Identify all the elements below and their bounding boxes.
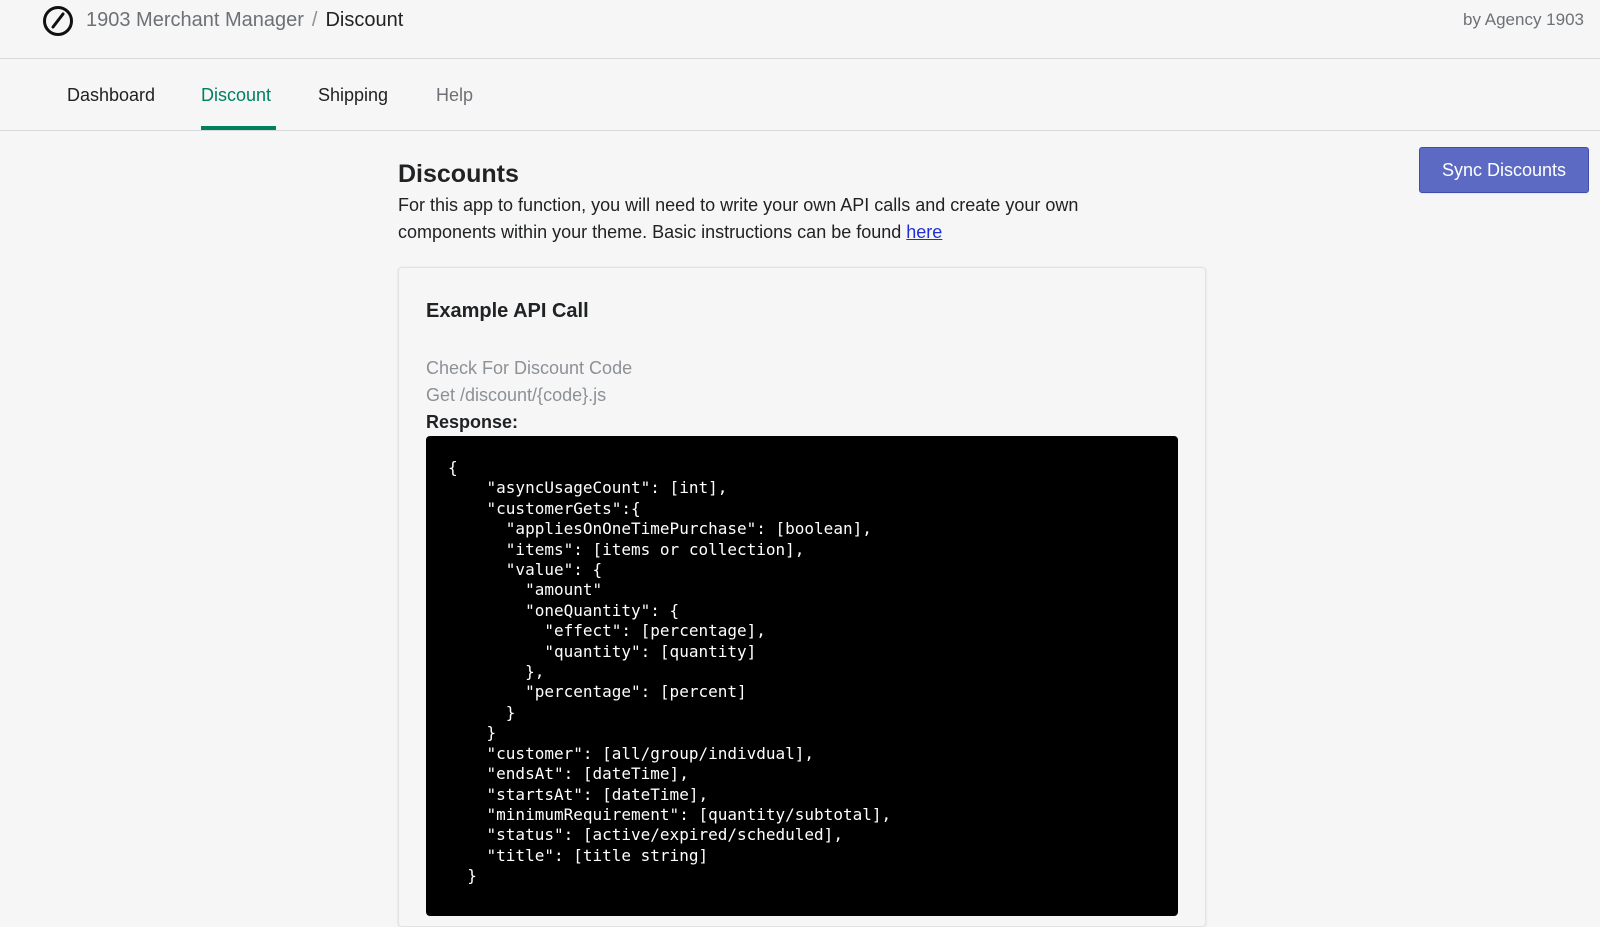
nav-tabs: Dashboard Discount Shipping Help — [0, 59, 1600, 131]
breadcrumb-separator: / — [311, 9, 318, 31]
tab-discount[interactable]: Discount — [201, 85, 271, 106]
instructions-link[interactable]: here — [906, 222, 942, 242]
tab-shipping[interactable]: Shipping — [318, 85, 388, 106]
compass-icon[interactable] — [42, 5, 74, 37]
example-api-card: Example API Call Check For Discount Code… — [398, 267, 1206, 927]
byline: by Agency 1903 — [1463, 10, 1584, 29]
active-tab-indicator — [201, 126, 276, 130]
app-name: 1903 Merchant Manager — [86, 9, 304, 31]
tab-dashboard[interactable]: Dashboard — [67, 85, 155, 106]
description-text: For this app to function, you will need … — [398, 195, 1079, 242]
response-code-block: { "asyncUsageCount": [int], "customerGet… — [426, 436, 1178, 916]
response-label: Response: — [426, 412, 519, 432]
card-title: Example API Call — [426, 300, 589, 322]
current-page-title: Discount — [325, 9, 404, 31]
api-endpoint: Get /discount/{code}.js — [426, 385, 607, 405]
breadcrumb: 1903 Merchant Manager / Discount — [86, 9, 403, 32]
page-description: For this app to function, you will need … — [398, 192, 1158, 246]
top-bar: 1903 Merchant Manager / Discount by Agency… — [0, 0, 1600, 59]
sync-discounts-button[interactable]: Sync Discounts — [1419, 147, 1589, 193]
api-description: Check For Discount Code — [426, 358, 633, 378]
tab-help[interactable]: Help — [436, 85, 473, 106]
page-title: Discounts — [398, 160, 519, 188]
